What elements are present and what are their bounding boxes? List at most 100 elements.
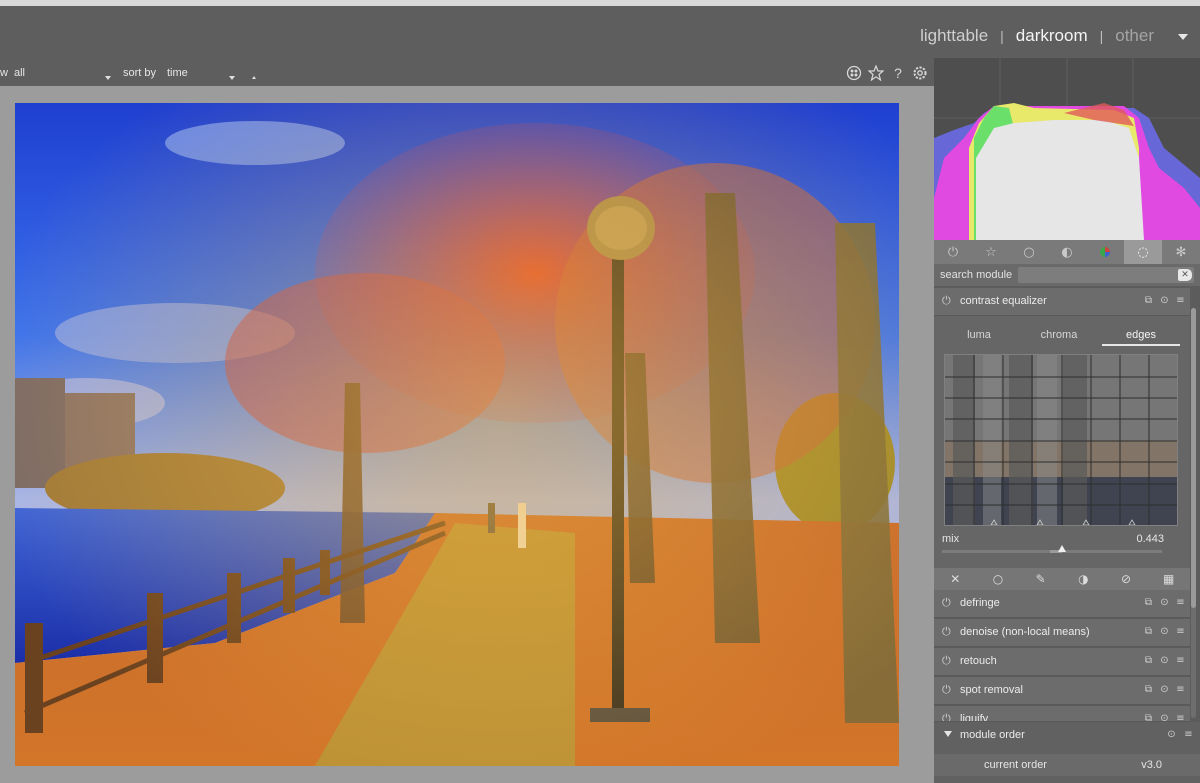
module-group-correct-icon[interactable]: ◌ <box>1124 240 1162 264</box>
view-lighttable[interactable]: lighttable <box>920 26 988 46</box>
module-power-icon[interactable]: ⏻ <box>942 295 954 307</box>
module-power-icon[interactable]: ⏻ <box>942 684 954 696</box>
module-header-liquify[interactable]: ⏻ liquify ⧉ ⊙ ≡ <box>934 706 1190 722</box>
reset-icon[interactable]: ⊙ <box>1159 626 1170 637</box>
reset-icon[interactable]: ⊙ <box>1159 713 1170 721</box>
current-order-value: v3.0 <box>1141 759 1162 771</box>
blend-drawn-icon[interactable]: ✎ <box>1019 568 1062 590</box>
power-icon: ⏻ <box>947 244 959 260</box>
darkroom-center-view[interactable] <box>0 86 934 783</box>
module-group-tone-icon[interactable]: ◐ <box>1048 240 1086 264</box>
multi-instance-icon[interactable]: ⧉ <box>1143 626 1154 637</box>
sort-select[interactable]: time <box>167 67 188 79</box>
blend-uniform-icon[interactable]: ○ <box>977 568 1020 590</box>
clear-search-icon[interactable]: ✕ <box>1178 269 1192 281</box>
views-dropdown-chevron-icon[interactable] <box>1178 34 1188 40</box>
mix-label: mix <box>942 533 960 545</box>
sort-dropdown-chevron-icon[interactable] <box>229 71 235 83</box>
darktable-window: lighttable | darkroom | other w all sort… <box>0 0 1200 783</box>
filter-dropdown-chevron-icon[interactable] <box>105 71 111 83</box>
module-header-spot-removal[interactable]: ⏻ spot removal ⧉ ⊙ ≡ <box>934 677 1190 705</box>
module-power-icon[interactable]: ⏻ <box>942 597 954 609</box>
multi-instance-icon[interactable]: ⧉ <box>1143 713 1154 721</box>
search-module-row: search module ✕ <box>934 264 1200 286</box>
module-name: liquify <box>960 713 989 722</box>
histogram[interactable] <box>934 58 1200 240</box>
reset-icon[interactable]: ⊙ <box>1159 597 1170 608</box>
module-power-icon[interactable]: ⏻ <box>942 713 954 722</box>
module-group-color-icon[interactable] <box>1086 240 1124 264</box>
module-order-header[interactable]: module order ⊙ ≡ <box>934 724 1200 746</box>
view-switcher: lighttable | darkroom | other <box>920 26 1154 46</box>
presets-menu-icon[interactable]: ≡ <box>1175 597 1186 608</box>
search-module-input[interactable] <box>1018 267 1194 283</box>
presets-menu-icon[interactable]: ≡ <box>1175 684 1186 695</box>
scrollbar-thumb[interactable] <box>1191 308 1196 608</box>
tab-chroma[interactable]: chroma <box>1020 329 1098 341</box>
module-group-active-icon[interactable]: ⏻ <box>934 240 972 264</box>
module-name: defringe <box>960 597 1000 609</box>
edited-photo[interactable] <box>15 103 899 766</box>
sort-label: sort by <box>123 67 157 79</box>
module-header-retouch[interactable]: ⏻ retouch ⧉ ⊙ ≡ <box>934 648 1190 676</box>
star-icon[interactable] <box>867 64 885 82</box>
module-header-contrast-equalizer[interactable]: ⏻ contrast equalizer ⧉ ⊙ ≡ <box>934 288 1190 316</box>
equalizer-curve-graph[interactable] <box>944 354 1178 526</box>
filter-bar: w all sort by time ? <box>0 58 934 86</box>
multi-instance-icon[interactable]: ⧉ <box>1143 295 1154 306</box>
reset-icon[interactable]: ⊙ <box>1159 684 1170 695</box>
expand-arrow-icon[interactable] <box>944 731 952 737</box>
view-other[interactable]: other <box>1115 26 1154 46</box>
module-name: retouch <box>960 655 997 667</box>
grouping-icon[interactable] <box>846 65 862 81</box>
view-separator: | <box>1099 28 1104 44</box>
multi-instance-icon[interactable]: ⧉ <box>1143 684 1154 695</box>
reset-icon[interactable]: ⊙ <box>1159 295 1170 306</box>
reset-icon[interactable]: ⊙ <box>1166 729 1177 740</box>
module-group-base-icon[interactable]: ○ <box>1010 240 1048 264</box>
blend-off-icon[interactable]: ✕ <box>934 568 977 590</box>
sort-order-arrow-icon[interactable] <box>252 70 256 82</box>
module-name: contrast equalizer <box>960 295 1047 307</box>
current-order-row: current order v3.0 <box>934 754 1200 776</box>
color-sphere-icon <box>1100 247 1110 257</box>
module-power-icon[interactable]: ⏻ <box>942 626 954 638</box>
presets-menu-icon[interactable]: ≡ <box>1183 729 1194 740</box>
mix-slider[interactable] <box>942 545 1162 553</box>
module-header-denoise[interactable]: ⏻ denoise (non-local means) ⧉ ⊙ ≡ <box>934 619 1190 647</box>
blend-drawn-parametric-icon[interactable]: ⊘ <box>1105 568 1148 590</box>
module-group-tabs: ⏻ ☆ ○ ◐ ◌ ✻ <box>934 240 1200 264</box>
view-darkroom[interactable]: darkroom <box>1016 26 1088 46</box>
right-panel: ⏻ ☆ ○ ◐ ◌ ✻ search module ✕ ⏻ contrast e… <box>934 58 1200 783</box>
view-separator: | <box>1000 28 1004 44</box>
filter-select[interactable]: all <box>14 67 25 79</box>
tone-sphere-icon: ◐ <box>1061 244 1073 260</box>
module-group-effect-icon[interactable]: ✻ <box>1162 240 1200 264</box>
blend-parametric-icon[interactable]: ◑ <box>1062 568 1105 590</box>
mix-value: 0.443 <box>1136 533 1164 545</box>
correct-icon: ◌ <box>1137 244 1149 260</box>
module-group-favorites-icon[interactable]: ☆ <box>972 240 1010 264</box>
module-name: spot removal <box>960 684 1023 696</box>
multi-instance-icon[interactable]: ⧉ <box>1143 655 1154 666</box>
multi-instance-icon[interactable]: ⧉ <box>1143 597 1154 608</box>
module-name: denoise (non-local means) <box>960 626 1090 638</box>
presets-menu-icon[interactable]: ≡ <box>1175 295 1186 306</box>
search-module-label: search module <box>940 269 1013 281</box>
presets-menu-icon[interactable]: ≡ <box>1175 713 1186 721</box>
reset-icon[interactable]: ⊙ <box>1159 655 1170 666</box>
right-panel-scrollbar[interactable] <box>1191 308 1196 718</box>
current-order-label: current order <box>984 759 1047 771</box>
mix-slider-handle-icon[interactable] <box>1058 545 1066 552</box>
circle-icon: ○ <box>1023 244 1035 260</box>
module-order-title: module order <box>960 729 1025 741</box>
gear-icon[interactable] <box>912 65 928 81</box>
blend-raster-icon[interactable]: ▦ <box>1147 568 1190 590</box>
presets-menu-icon[interactable]: ≡ <box>1175 626 1186 637</box>
tab-luma[interactable]: luma <box>940 329 1018 341</box>
module-power-icon[interactable]: ⏻ <box>942 655 954 667</box>
help-icon[interactable]: ? <box>890 65 906 81</box>
module-header-defringe[interactable]: ⏻ defringe ⧉ ⊙ ≡ <box>934 590 1190 618</box>
tab-edges[interactable]: edges <box>1102 329 1180 346</box>
presets-menu-icon[interactable]: ≡ <box>1175 655 1186 666</box>
